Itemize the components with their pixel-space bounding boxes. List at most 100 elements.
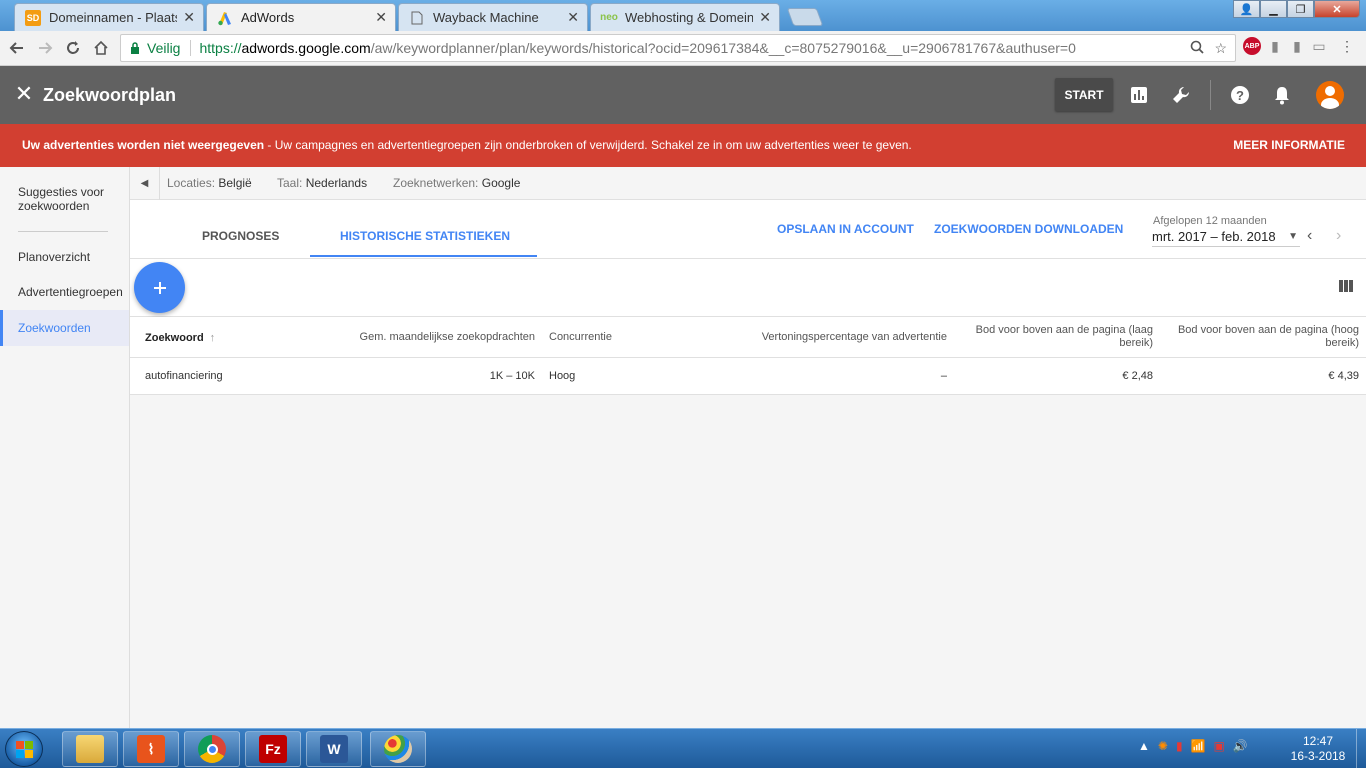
table-row[interactable]: autofinanciering 1K – 10K Hoog – € 2,48 … bbox=[130, 358, 1366, 395]
tab-forecasts[interactable]: PROGNOSES bbox=[202, 229, 279, 243]
url-text[interactable]: https://adwords.google.com/aw/keywordpla… bbox=[199, 40, 1190, 56]
omnibox[interactable]: Veilig https://adwords.google.com/aw/key… bbox=[120, 34, 1236, 62]
close-icon[interactable]: ✕ bbox=[375, 9, 387, 26]
sort-arrow-up-icon: ↑ bbox=[209, 332, 216, 344]
maximize-icon[interactable]: ❐ bbox=[1287, 0, 1314, 18]
browser-tab-webhosting[interactable]: neo Webhosting & Domeinn ✕ bbox=[590, 3, 780, 31]
taskbar-paint[interactable] bbox=[370, 731, 426, 767]
home-icon[interactable] bbox=[87, 34, 115, 62]
reload-icon[interactable] bbox=[59, 34, 87, 62]
avatar-head bbox=[1325, 86, 1335, 96]
browser-tab-title: AdWords bbox=[241, 10, 295, 25]
back-arrow-icon[interactable] bbox=[3, 34, 31, 62]
browser-tab-title: Webhosting & Domeinn bbox=[625, 10, 754, 25]
collapse-arrow-icon[interactable]: ◀ bbox=[130, 167, 160, 200]
app-header: ✕ Zoekwoordplan START ? bbox=[0, 66, 1366, 124]
forward-arrow-icon[interactable] bbox=[31, 34, 59, 62]
secure-label: Veilig bbox=[147, 40, 181, 56]
tab-historical-stats[interactable]: HISTORISCHE STATISTIEKEN bbox=[340, 229, 510, 243]
account-avatar[interactable] bbox=[1316, 81, 1344, 109]
previous-period-chevron-icon[interactable]: ‹ bbox=[1307, 227, 1312, 245]
url-scheme: https:// bbox=[199, 40, 242, 56]
sidebar-item-plan-overview[interactable]: Planoverzicht bbox=[0, 250, 129, 264]
network-filter[interactable]: Zoeknetwerken: Google bbox=[393, 176, 520, 190]
extension-icon[interactable]: ▮ bbox=[1288, 37, 1306, 55]
address-bar: Veilig https://adwords.google.com/aw/key… bbox=[0, 31, 1366, 66]
add-keywords-button[interactable] bbox=[134, 262, 185, 313]
show-hidden-icons-icon[interactable]: ▲ bbox=[1138, 739, 1150, 753]
close-icon[interactable]: ✕ bbox=[567, 9, 579, 26]
next-period-chevron-icon[interactable]: › bbox=[1336, 227, 1341, 245]
save-to-account-button[interactable]: OPSLAAN IN ACCOUNT bbox=[777, 222, 914, 236]
avatar-body bbox=[1321, 98, 1339, 109]
cell-keyword: autofinanciering bbox=[145, 370, 223, 382]
date-range-value: mrt. 2017 – feb. 2018 bbox=[1152, 229, 1276, 244]
download-keywords-button[interactable]: ZOEKWOORDEN DOWNLOADEN bbox=[934, 222, 1123, 236]
sidebar-item-ad-groups[interactable]: Advertentiegroepen bbox=[0, 285, 129, 299]
menu-kebab-icon[interactable]: ⋮ bbox=[1338, 37, 1356, 55]
left-navigation: Suggesties voor zoekwoorden Planoverzich… bbox=[0, 167, 130, 728]
page-title: Zoekwoordplan bbox=[43, 85, 177, 105]
close-icon[interactable]: ✕ bbox=[183, 9, 195, 26]
taskbar-pdf-app[interactable]: ⌇ bbox=[123, 731, 179, 767]
volume-icon[interactable]: 🔊 bbox=[1233, 739, 1248, 753]
windows-start-icon[interactable] bbox=[5, 731, 43, 767]
system-tray: ▲ ✺ ▮ 📶 ▣ 🔊 bbox=[1138, 739, 1248, 753]
close-plan-icon[interactable]: ✕ bbox=[12, 81, 36, 106]
start-button[interactable]: START bbox=[1055, 78, 1113, 111]
browser-tab-title: Domeinnamen - Plaatser bbox=[49, 10, 177, 25]
taskbar-clock[interactable]: 12:47 16-3-2018 bbox=[1290, 734, 1346, 764]
extension-icon[interactable]: ▮ bbox=[1266, 37, 1284, 55]
show-desktop-button[interactable] bbox=[1356, 729, 1366, 768]
help-icon[interactable]: ? bbox=[1228, 83, 1252, 107]
adblock-plus-icon[interactable]: ABP bbox=[1243, 37, 1261, 55]
close-icon[interactable]: ✕ bbox=[759, 9, 771, 26]
cell-competition: Hoog bbox=[549, 370, 576, 382]
avast-icon[interactable]: ✺ bbox=[1158, 739, 1168, 753]
col-header-bid-low[interactable]: Bod voor boven aan de pagina (laag berei… bbox=[970, 324, 1153, 350]
window-controls: 👤 ▁ ❐ ✕ bbox=[1233, 0, 1360, 18]
sd-favicon-icon: SD bbox=[25, 9, 41, 26]
col-header-competition[interactable]: Concurrentie bbox=[549, 331, 612, 344]
plan-tabs-row: PROGNOSES HISTORISCHE STATISTIEKEN OPSLA… bbox=[130, 200, 1366, 259]
banner-message: Uw advertenties worden niet weergegeven … bbox=[22, 138, 912, 152]
bookmark-star-icon[interactable]: ☆ bbox=[1214, 40, 1227, 57]
page-icon bbox=[409, 10, 425, 26]
taskbar-filezilla[interactable]: Fz bbox=[245, 731, 301, 767]
language-filter[interactable]: Taal: Nederlands bbox=[277, 176, 367, 190]
tray-app-icon[interactable]: ▮ bbox=[1176, 739, 1183, 753]
minimize-icon[interactable]: ▁ bbox=[1260, 0, 1287, 18]
col-header-searches[interactable]: Gem. maandelijkse zoekopdrachten bbox=[330, 331, 535, 344]
reports-chart-icon[interactable] bbox=[1127, 83, 1151, 107]
language-value: Nederlands bbox=[305, 176, 368, 190]
window-close-icon[interactable]: ✕ bbox=[1314, 0, 1360, 18]
table-toolbar bbox=[130, 259, 1366, 317]
new-tab-button[interactable] bbox=[786, 8, 824, 26]
tray-status-icon[interactable]: ▣ bbox=[1214, 739, 1225, 753]
taskbar-word[interactable]: W bbox=[306, 731, 362, 767]
location-filter[interactable]: Locaties: België bbox=[167, 176, 252, 190]
col-header-impression-share[interactable]: Vertoningspercentage van advertentie bbox=[730, 331, 947, 344]
banner-bold: Uw advertenties worden niet weergegeven bbox=[22, 138, 265, 152]
columns-icon[interactable] bbox=[1339, 280, 1353, 292]
more-info-link[interactable]: MEER INFORMATIE bbox=[1233, 138, 1345, 152]
col-header-keyword[interactable]: Zoekwoord ↑ bbox=[145, 332, 215, 345]
network-signal-icon[interactable]: 📶 bbox=[1191, 739, 1206, 753]
user-icon[interactable]: 👤 bbox=[1233, 0, 1260, 18]
sidebar-item-keyword-ideas[interactable]: Suggesties voor zoekwoorden bbox=[0, 185, 110, 213]
date-range-select[interactable]: mrt. 2017 – feb. 2018 ▼ bbox=[1152, 229, 1300, 247]
browser-tab-wayback[interactable]: Wayback Machine ✕ bbox=[398, 3, 588, 31]
pdf-extension-icon[interactable]: ▭ bbox=[1310, 37, 1328, 55]
active-tab-indicator bbox=[310, 255, 537, 257]
folder-icon bbox=[76, 735, 104, 763]
sidebar-item-keywords[interactable]: Zoekwoorden bbox=[0, 310, 129, 346]
notifications-bell-icon[interactable] bbox=[1270, 83, 1294, 107]
taskbar-explorer[interactable] bbox=[62, 731, 118, 767]
browser-tab-adwords[interactable]: AdWords ✕ bbox=[206, 3, 396, 31]
clock-time: 12:47 bbox=[1302, 734, 1334, 748]
col-header-bid-high[interactable]: Bod voor boven aan de pagina (hoog berei… bbox=[1175, 324, 1359, 350]
zoom-search-icon[interactable] bbox=[1190, 40, 1205, 57]
wrench-tools-icon[interactable] bbox=[1169, 83, 1193, 107]
browser-tab-domeinnamen[interactable]: SD Domeinnamen - Plaatser ✕ bbox=[14, 3, 204, 31]
taskbar-chrome[interactable] bbox=[184, 731, 240, 767]
